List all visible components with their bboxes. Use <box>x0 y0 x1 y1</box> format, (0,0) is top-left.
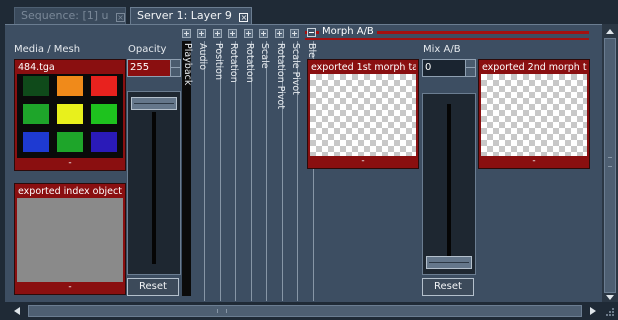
media-preview-image <box>17 74 123 158</box>
morph-target-2-preview <box>481 74 587 156</box>
opacity-slider-track <box>152 112 156 264</box>
mix-ab-label: Mix A/B <box>423 44 461 55</box>
opacity-value: 255 <box>130 62 150 73</box>
expand-section-icon[interactable] <box>290 29 299 38</box>
opacity-label: Opacity <box>128 44 167 55</box>
mix-value: 0 <box>425 62 432 73</box>
index-object-thumbnail[interactable]: exported index object fro - <box>14 183 126 295</box>
opacity-slider-handle[interactable] <box>131 97 177 110</box>
morph-target-2-title: exported 2nd morph targe <box>482 62 587 73</box>
section-label[interactable]: Scale <box>259 43 270 69</box>
tab-sequence-label: Sequence: [1] u <box>21 9 109 22</box>
opacity-value-field[interactable]: 255 <box>127 59 181 77</box>
index-object-footer: - <box>68 282 72 292</box>
vertical-scrollbar[interactable] <box>602 24 618 302</box>
media-preview-tile <box>23 132 49 152</box>
mix-reset-button[interactable]: Reset <box>422 278 474 296</box>
opacity-slider[interactable] <box>127 91 181 275</box>
expand-section-icon[interactable] <box>228 29 237 38</box>
section-label[interactable]: Rotation Pivot <box>275 43 286 109</box>
expand-section-icon[interactable] <box>275 29 284 38</box>
scroll-down-arrow-icon[interactable] <box>602 293 618 302</box>
expand-section-icon[interactable] <box>213 29 222 38</box>
morph-target-1-title: exported 1st morph targe <box>311 62 416 73</box>
index-object-preview <box>17 198 123 282</box>
mix-slider-track <box>447 104 451 256</box>
section-divider <box>204 41 205 301</box>
media-preview-tile <box>57 76 83 96</box>
expand-section-icon[interactable] <box>182 29 191 38</box>
morph-target-1-footer: - <box>361 156 365 166</box>
index-object-title: exported index object fro <box>18 186 123 197</box>
media-preview-tile <box>57 104 83 124</box>
media-mesh-label: Media / Mesh <box>14 44 81 55</box>
expand-section-icon[interactable] <box>244 29 253 38</box>
opacity-spinner[interactable] <box>170 60 180 76</box>
media-preview-tile <box>91 132 117 152</box>
morph-collapse-button[interactable] <box>307 28 316 37</box>
close-icon[interactable]: × <box>239 13 249 22</box>
mix-value-field[interactable]: 0 <box>422 59 476 77</box>
section-label[interactable]: Rotation <box>228 43 239 83</box>
section-divider <box>220 41 221 301</box>
mix-slider-handle[interactable] <box>426 256 472 269</box>
scroll-up-arrow-icon[interactable] <box>602 24 618 38</box>
mix-slider[interactable] <box>422 93 476 275</box>
expand-section-icon[interactable] <box>259 29 268 38</box>
media-preview-tile <box>91 104 117 124</box>
morph-title: Morph A/B <box>319 26 377 37</box>
section-label[interactable]: Playback <box>182 43 193 85</box>
expand-section-icon[interactable] <box>197 29 206 38</box>
morph-header-underline <box>305 38 589 40</box>
media-preview-tile <box>23 104 49 124</box>
section-divider <box>266 41 267 301</box>
morph-target-1-preview <box>310 74 416 156</box>
horizontal-scroll-thumb[interactable] <box>28 305 582 317</box>
tab-server-layer-label: Server 1: Layer 9 <box>137 9 232 22</box>
section-label[interactable]: Audio <box>197 43 208 70</box>
media-thumbnail[interactable]: 484.tga - <box>14 59 126 171</box>
layer-panel: Media / Mesh 484.tga - exported index ob… <box>5 24 602 302</box>
mix-spinner[interactable] <box>465 60 475 76</box>
close-icon[interactable]: × <box>116 13 126 22</box>
scroll-right-arrow-icon[interactable] <box>586 304 600 318</box>
tab-server-layer[interactable]: Server 1: Layer 9 × <box>130 7 252 24</box>
media-file-name: 484.tga <box>18 62 55 73</box>
scroll-left-arrow-icon[interactable] <box>10 304 24 318</box>
section-label[interactable]: Rotation <box>244 43 255 83</box>
media-preview-tile <box>91 76 117 96</box>
vertical-scroll-thumb[interactable] <box>604 38 616 293</box>
media-preview-tile <box>23 76 49 96</box>
tab-sequence[interactable]: Sequence: [1] u × <box>14 7 126 24</box>
morph-target-1-thumbnail[interactable]: exported 1st morph targe - <box>307 59 419 169</box>
opacity-reset-button[interactable]: Reset <box>127 278 179 296</box>
morph-target-2-thumbnail[interactable]: exported 2nd morph targe - <box>478 59 590 169</box>
tab-bar: Sequence: [1] u × Server 1: Layer 9 × <box>0 0 618 24</box>
section-label[interactable]: Scale Pivot <box>290 43 301 95</box>
resize-grip-icon[interactable] <box>604 306 616 318</box>
horizontal-scrollbar[interactable] <box>0 302 618 320</box>
section-label[interactable]: Position <box>213 43 224 80</box>
morph-target-2-footer: - <box>532 156 536 166</box>
media-preview-tile <box>57 132 83 152</box>
media-thumbnail-footer: - <box>68 158 72 168</box>
